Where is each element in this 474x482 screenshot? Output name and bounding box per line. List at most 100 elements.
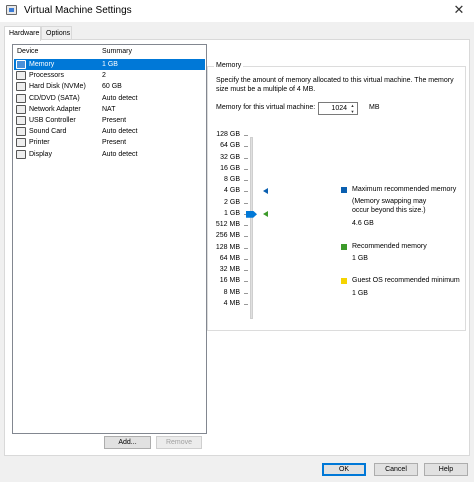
column-header-device[interactable]: Device — [17, 48, 38, 55]
ok-button[interactable]: OK — [322, 463, 366, 476]
max-recommended-value: 4.6 GB — [352, 220, 374, 227]
network-adapter-icon — [16, 104, 26, 114]
device-name: USB Controller — [29, 116, 76, 124]
remove-button[interactable]: Remove — [156, 436, 202, 449]
device-name: Sound Card — [29, 128, 67, 136]
scale-tick — [244, 180, 248, 181]
device-summary: Present — [102, 116, 127, 124]
device-summary: 1 GB — [102, 61, 118, 68]
scale-label: 32 MB — [219, 266, 240, 273]
scale-label: 64 GB — [220, 142, 240, 150]
device-summary: Auto detect — [102, 150, 138, 158]
device-name: Printer — [29, 139, 50, 147]
device-rows: Memory 1 GB Processors 2 Hard Disk (NVMe) 60 … — [14, 59, 205, 160]
guest-minimum-swatch — [341, 278, 347, 284]
scale-label: 1 GB — [224, 209, 240, 217]
sound-card-icon — [16, 127, 26, 137]
device-name: Processors — [29, 72, 65, 80]
window-title: Virtual Machine Settings — [24, 5, 132, 16]
scale-label: 512 MB — [215, 221, 240, 228]
tab-hardware[interactable]: Hardware — [4, 26, 41, 41]
scale-label: 256 MB — [215, 232, 240, 240]
scale-tick — [244, 270, 248, 271]
cd-dvd-icon — [16, 93, 26, 103]
scale-tick — [244, 258, 248, 260]
device-row[interactable]: Hard Disk (NVMe) 60 GB — [14, 81, 205, 92]
processor-icon — [16, 71, 26, 81]
printer-icon — [16, 138, 26, 148]
scale-label: 32 GB — [220, 153, 240, 161]
memory-group-title: Memory — [214, 62, 244, 69]
device-summary: NAT — [102, 105, 116, 113]
recommended-title: Recommended memory — [352, 243, 427, 250]
scale-tick — [244, 202, 248, 204]
device-name: CD/DVD (SATA) — [29, 94, 80, 102]
device-row[interactable]: Network Adapter NAT — [14, 104, 205, 115]
device-row[interactable]: Sound Card Auto detect — [14, 126, 205, 137]
spin-down-icon[interactable]: ▼ — [349, 109, 356, 114]
guest-minimum-value: 1 GB — [352, 290, 368, 297]
scale-tick — [244, 292, 248, 294]
memory-unit: MB — [369, 104, 380, 111]
memory-field-label: Memory for this virtual machine: — [216, 104, 316, 111]
recommended-value: 1 GB — [352, 255, 368, 262]
hardware-panel: Device Summary Memory 1 GB Processors 2 Hard… — [4, 39, 470, 456]
device-name: Network Adapter — [29, 105, 81, 113]
device-row[interactable]: USB Controller Present — [14, 115, 205, 126]
device-summary: Auto detect — [102, 128, 138, 136]
max-recommended-note-2: occur beyond this size.) — [352, 207, 426, 214]
max-recommended-title: Maximum recommended memory — [352, 186, 457, 193]
memory-description: Specify the amount of memory allocated t… — [216, 77, 454, 93]
app-icon — [6, 5, 17, 15]
scale-label: 16 MB — [219, 277, 240, 285]
device-name: Hard Disk (NVMe) — [29, 83, 86, 91]
memory-slider-track[interactable] — [250, 137, 253, 319]
guest-minimum-title: Guest OS recommended minimum — [352, 277, 460, 284]
device-name: Display — [29, 150, 52, 158]
max-recommended-note-1: (Memory swapping may — [352, 198, 427, 205]
hard-disk-icon — [16, 82, 26, 92]
scale-tick — [244, 281, 248, 283]
scale-label: 128 GB — [216, 131, 240, 138]
device-row[interactable]: Printer Present — [14, 137, 205, 148]
scale-tick — [244, 168, 248, 170]
scale-label: 4 MB — [223, 299, 240, 307]
help-button[interactable]: Help — [424, 463, 468, 476]
add-button[interactable]: Add... — [104, 436, 151, 449]
device-summary: 60 GB — [102, 83, 122, 91]
scale-label: 64 MB — [219, 254, 240, 262]
usb-controller-icon — [16, 115, 26, 125]
display-icon — [16, 149, 26, 159]
memory-group: Memory Specify the amount of memory allo… — [207, 62, 466, 331]
close-button[interactable]: ✕ — [444, 0, 474, 22]
scale-tick — [244, 236, 248, 238]
scale-tick — [244, 146, 248, 148]
scale-tick — [244, 247, 248, 249]
cancel-button[interactable]: Cancel — [374, 463, 418, 476]
device-list[interactable]: Device Summary Memory 1 GB Processors 2 Hard… — [12, 44, 207, 434]
device-row[interactable]: CD/DVD (SATA) Auto detect — [14, 93, 205, 104]
spin-up-icon[interactable]: ▲ — [349, 103, 356, 108]
device-row[interactable]: Memory 1 GB — [14, 59, 205, 71]
scale-tick — [244, 191, 248, 193]
scale-label: 8 GB — [224, 176, 240, 183]
tab-options[interactable]: Options — [41, 26, 72, 40]
scale-tick — [244, 225, 248, 226]
scale-tick — [244, 135, 248, 136]
device-summary: Present — [102, 139, 127, 147]
device-name: Memory — [29, 61, 55, 68]
dialog-client: Hardware Options Device Summary Memory 1 … — [0, 22, 474, 482]
device-row[interactable]: Display Auto detect — [14, 149, 205, 160]
device-row[interactable]: Processors 2 — [14, 70, 205, 81]
scale-label: 8 MB — [223, 288, 240, 296]
scale-label: 4 GB — [224, 187, 240, 195]
max-recommended-marker-icon — [263, 188, 268, 195]
column-header-summary[interactable]: Summary — [102, 48, 132, 55]
memory-icon — [16, 60, 26, 69]
scale-tick — [244, 303, 248, 305]
scale-tick — [244, 157, 248, 159]
memory-slider-thumb[interactable] — [246, 210, 257, 218]
memory-input[interactable]: 1024 ▲ ▼ — [318, 102, 358, 115]
scale-label: 128 MB — [215, 243, 240, 251]
max-recommended-swatch — [341, 187, 347, 193]
